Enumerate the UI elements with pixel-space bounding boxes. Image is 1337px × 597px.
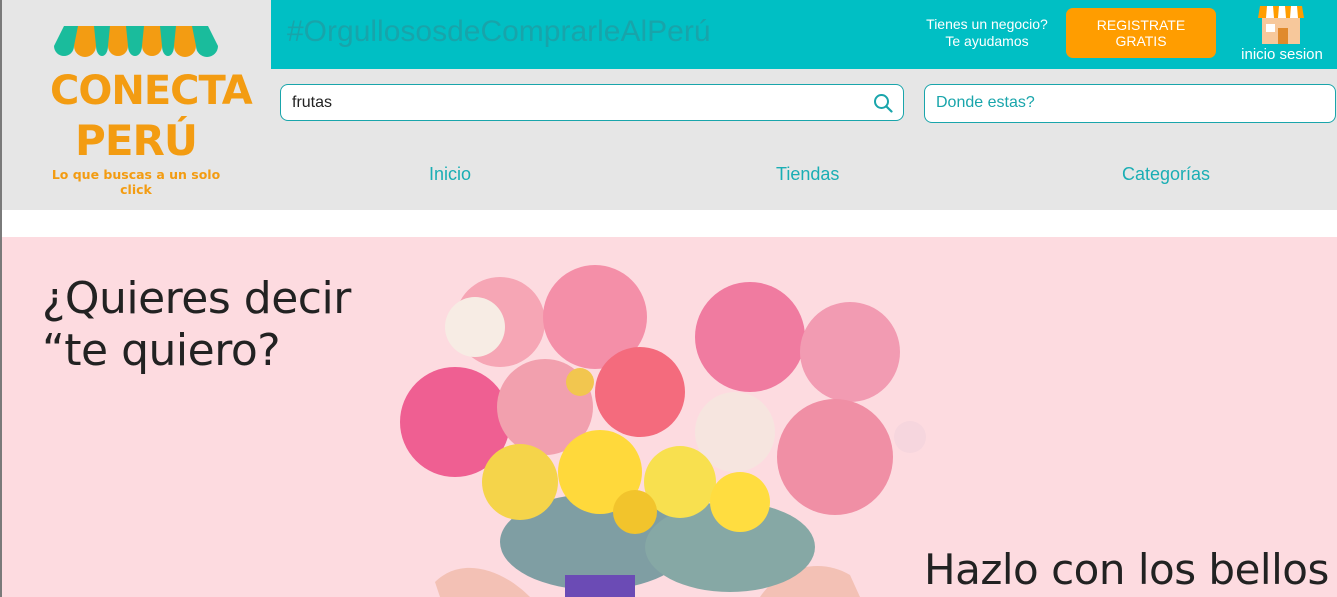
login-label: inicio sesion: [1241, 46, 1323, 63]
top-bar: #OrgullososdeComprarleAlPerú Tienes un n…: [271, 0, 1337, 69]
nav-inicio[interactable]: Inicio: [429, 164, 471, 185]
logo-tagline: Lo que buscas a un solo click: [51, 167, 221, 197]
nav-categorias[interactable]: Categorías: [1122, 164, 1210, 185]
awning-icon: [54, 26, 218, 57]
help-line-2: Te ayudamos: [945, 33, 1029, 49]
nav-tiendas[interactable]: Tiendas: [776, 164, 839, 185]
site-header: CONECTA PERÚ Lo que buscas a un solo cli…: [0, 0, 1337, 210]
store-icon: [1258, 6, 1304, 44]
register-label-line-2: GRATIS: [1115, 33, 1167, 49]
logo-line-2: PERÚ: [75, 116, 198, 165]
banner-headline: ¿Quieres decir “te quiero?: [42, 273, 351, 377]
conecta-peru-logo[interactable]: CONECTA PERÚ Lo que buscas a un solo cli…: [50, 22, 253, 197]
promo-banner[interactable]: ¿Quieres decir “te quiero? Hazlo con los…: [0, 237, 1337, 597]
hashtag-slogan: #OrgullososdeComprarleAlPerú: [287, 15, 711, 48]
search-icon[interactable]: [873, 93, 893, 113]
login-button[interactable]: inicio sesion: [1232, 2, 1332, 66]
help-line-1: Tienes un negocio?: [926, 16, 1048, 32]
location-input[interactable]: [934, 85, 1328, 121]
register-label-line-1: REGISTRATE: [1096, 17, 1186, 33]
window-edge: [0, 0, 2, 597]
headline-line-1: ¿Quieres decir: [42, 273, 351, 324]
product-search-box: [280, 84, 904, 121]
headline-line-2: “te quiero?: [42, 325, 281, 376]
search-input[interactable]: [290, 85, 864, 121]
banner-subheadline: Hazlo con los bellos: [924, 545, 1329, 594]
logo-line-1: CONECTA: [50, 68, 253, 114]
location-box: [924, 84, 1336, 123]
heart-flower-bouquet-image: [400, 265, 926, 597]
business-help-text: Tienes un negocio? Te ayudamos: [921, 16, 1053, 50]
register-free-button[interactable]: REGISTRATE GRATIS: [1066, 8, 1216, 58]
